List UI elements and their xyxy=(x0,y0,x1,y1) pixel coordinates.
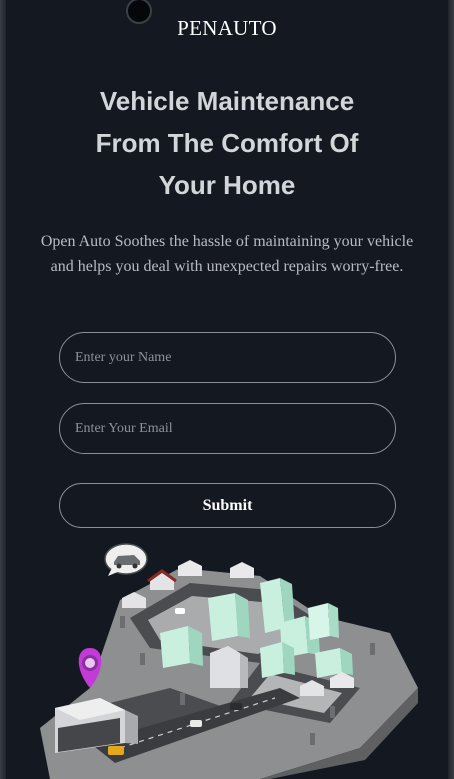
hero-description: Open Auto Soothes the hassle of maintain… xyxy=(22,229,432,279)
car-speech-bubble-icon xyxy=(104,543,148,576)
brand-logo[interactable]: PENAUTO xyxy=(0,16,454,41)
device-edge-right xyxy=(448,0,454,779)
hero-description-line: Open Auto Soothes the hassle of maintain… xyxy=(40,233,414,250)
device-edge-left xyxy=(0,0,6,779)
submit-button[interactable]: Submit xyxy=(59,483,396,528)
hero-title-line: Your Home xyxy=(158,170,296,200)
phone-screen: PENAUTO Vehicle Maintenance From The Com… xyxy=(0,0,454,779)
hero-title-line: From The Comfort Of xyxy=(95,128,359,158)
name-input[interactable] xyxy=(59,332,396,383)
city-illustration xyxy=(40,543,418,779)
hero-description-line: and helps you deal with unexpected repai… xyxy=(50,258,404,275)
hero-title-line: Vehicle Maintenance xyxy=(99,86,355,116)
email-input[interactable] xyxy=(59,403,396,454)
hero-title: Vehicle Maintenance From The Comfort Of … xyxy=(40,80,414,206)
